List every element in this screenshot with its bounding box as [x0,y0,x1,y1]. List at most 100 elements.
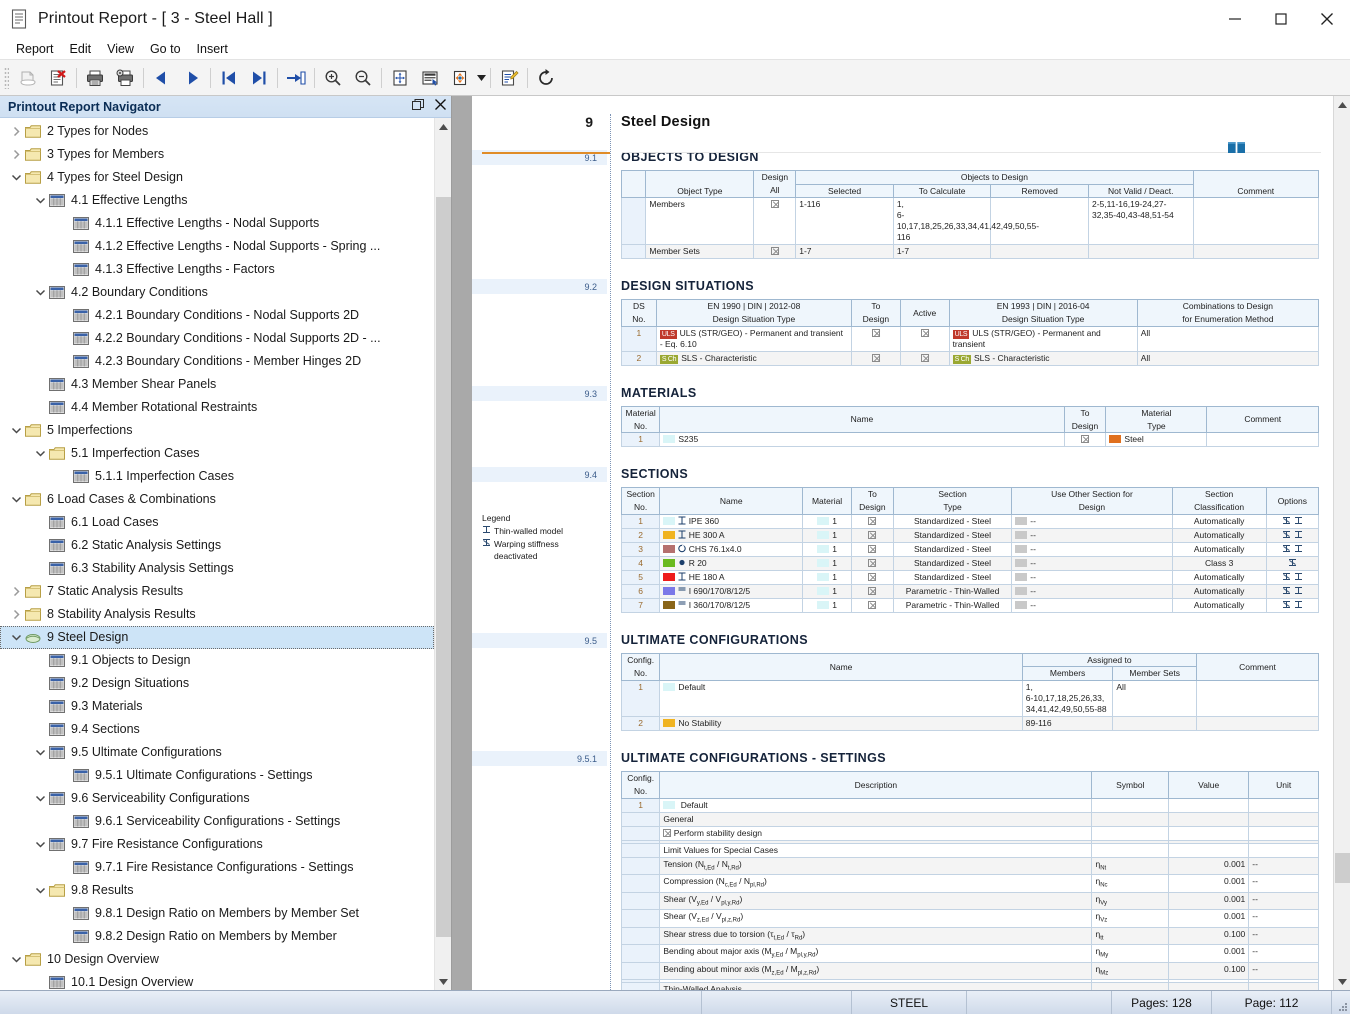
tree-item[interactable]: 3 Types for Members [0,143,434,166]
tree-item[interactable]: 7 Static Analysis Results [0,580,434,603]
chevron-down-icon[interactable] [8,488,24,511]
tree-item[interactable]: 2 Types for Nodes [0,120,434,143]
minimize-button[interactable] [1212,0,1258,38]
chevron-down-icon[interactable] [32,281,48,304]
scrollbar-track[interactable] [435,135,452,973]
chevron-down-icon[interactable] [8,948,24,971]
cell-symbol [1092,798,1169,812]
tree-item[interactable]: 9.8 Results [0,879,434,902]
doc-scroll-down-button[interactable] [1334,973,1350,990]
chevron-down-icon[interactable] [32,442,48,465]
chevron-down-icon[interactable] [32,741,48,764]
print-preview-icon[interactable] [13,63,43,93]
tree-item[interactable]: 4.2 Boundary Conditions [0,281,434,304]
tree-item[interactable]: 10.1 Design Overview [0,971,434,990]
tree-item[interactable]: 4.1 Effective Lengths [0,189,434,212]
tree-item[interactable]: 10 Design Overview [0,948,434,971]
chevron-down-icon[interactable] [32,787,48,810]
last-page-icon[interactable] [244,63,274,93]
chevron-down-icon[interactable] [32,833,48,856]
tree-item[interactable]: 4.1.1 Effective Lengths - Nodal Supports [0,212,434,235]
twisty-spacer [32,718,48,741]
tree-item-label: 4.2.3 Boundary Conditions - Member Hinge… [95,350,361,373]
chevron-right-icon[interactable] [8,603,24,626]
navigator-scrollbar[interactable] [434,118,451,990]
tree-item[interactable]: 9.8.2 Design Ratio on Members by Member [0,925,434,948]
go-to-page-icon[interactable] [281,63,311,93]
menu-report[interactable]: Report [8,40,62,58]
window-resize-grip[interactable] [1332,991,1350,1014]
scrollbar-thumb[interactable] [436,197,451,937]
tree-item[interactable]: 9.6.1 Serviceability Configurations - Se… [0,810,434,833]
first-page-icon[interactable] [214,63,244,93]
cell-comment [1193,198,1318,245]
color-swatch [1015,601,1027,609]
tree-item[interactable]: 4.2.2 Boundary Conditions - Nodal Suppor… [0,327,434,350]
scroll-down-button[interactable] [435,973,452,990]
chevron-down-icon[interactable] [8,626,24,649]
scroll-up-button[interactable] [435,118,452,135]
tree-item[interactable]: 6 Load Cases & Combinations [0,488,434,511]
doc-scroll-up-button[interactable] [1334,96,1350,113]
print-icon[interactable] [80,63,110,93]
tree-item[interactable]: 4.3 Member Shear Panels [0,373,434,396]
doc-scrollbar-track[interactable] [1334,113,1350,973]
toolbar-grip[interactable] [4,67,9,89]
doc-scrollbar-thumb[interactable] [1335,853,1350,883]
tree-item[interactable]: 9.1 Objects to Design [0,649,434,672]
tree-item[interactable]: 9 Steel Design [0,626,434,649]
tree-item[interactable]: 4.1.3 Effective Lengths - Factors [0,258,434,281]
chevron-right-icon[interactable] [8,143,24,166]
close-icon[interactable] [434,98,447,116]
tree-item[interactable]: 9.4 Sections [0,718,434,741]
export-dropdown-arrow-icon[interactable] [475,63,487,93]
tree-item[interactable]: 6.1 Load Cases [0,511,434,534]
tree-item[interactable]: 9.8.1 Design Ratio on Members by Member … [0,902,434,925]
menu-view[interactable]: View [99,40,142,58]
undock-icon[interactable] [412,98,424,116]
tree-item[interactable]: 8 Stability Analysis Results [0,603,434,626]
tree-item[interactable]: 9.2 Design Situations [0,672,434,695]
tree-item[interactable]: 9.3 Materials [0,695,434,718]
zoom-in-icon[interactable] [318,63,348,93]
document-scrollbar[interactable] [1333,96,1350,990]
report-tree[interactable]: 2 Types for Nodes3 Types for Members4 Ty… [0,118,434,990]
zoom-out-icon[interactable] [348,63,378,93]
tree-item[interactable]: 9.5 Ultimate Configurations [0,741,434,764]
tree-item[interactable]: 4.1.2 Effective Lengths - Nodal Supports… [0,235,434,258]
tree-item[interactable]: 9.7.1 Fire Resistance Configurations - S… [0,856,434,879]
tree-item[interactable]: 5.1 Imperfection Cases [0,442,434,465]
tree-item[interactable]: 9.6 Serviceability Configurations [0,787,434,810]
tree-item[interactable]: 4.4 Member Rotational Restraints [0,396,434,419]
close-button[interactable] [1304,0,1350,38]
delete-report-icon[interactable] [43,63,73,93]
refresh-icon[interactable] [531,63,561,93]
chevron-down-icon[interactable] [8,166,24,189]
menu-edit[interactable]: Edit [62,40,100,58]
fit-page-icon[interactable] [385,63,415,93]
panel-splitter[interactable] [452,96,472,990]
tree-item[interactable]: 5.1.1 Imperfection Cases [0,465,434,488]
chevron-down-icon[interactable] [32,189,48,212]
page-layout-icon[interactable] [415,63,445,93]
tree-item[interactable]: 4.2.1 Boundary Conditions - Nodal Suppor… [0,304,434,327]
maximize-button[interactable] [1258,0,1304,38]
tree-item[interactable]: 9.7 Fire Resistance Configurations [0,833,434,856]
tree-item[interactable]: 4 Types for Steel Design [0,166,434,189]
chevron-right-icon[interactable] [8,580,24,603]
tree-item[interactable]: 9.5.1 Ultimate Configurations - Settings [0,764,434,787]
print-settings-icon[interactable] [110,63,140,93]
tree-item[interactable]: 6.2 Static Analysis Settings [0,534,434,557]
export-icon[interactable] [445,63,475,93]
tree-item[interactable]: 5 Imperfections [0,419,434,442]
previous-page-icon[interactable] [147,63,177,93]
chevron-down-icon[interactable] [8,419,24,442]
edit-report-icon[interactable] [494,63,524,93]
menu-insert[interactable]: Insert [189,40,236,58]
chevron-down-icon[interactable] [32,879,48,902]
tree-item[interactable]: 4.2.3 Boundary Conditions - Member Hinge… [0,350,434,373]
chevron-right-icon[interactable] [8,120,24,143]
tree-item[interactable]: 6.3 Stability Analysis Settings [0,557,434,580]
menu-go-to[interactable]: Go to [142,40,189,58]
next-page-icon[interactable] [177,63,207,93]
